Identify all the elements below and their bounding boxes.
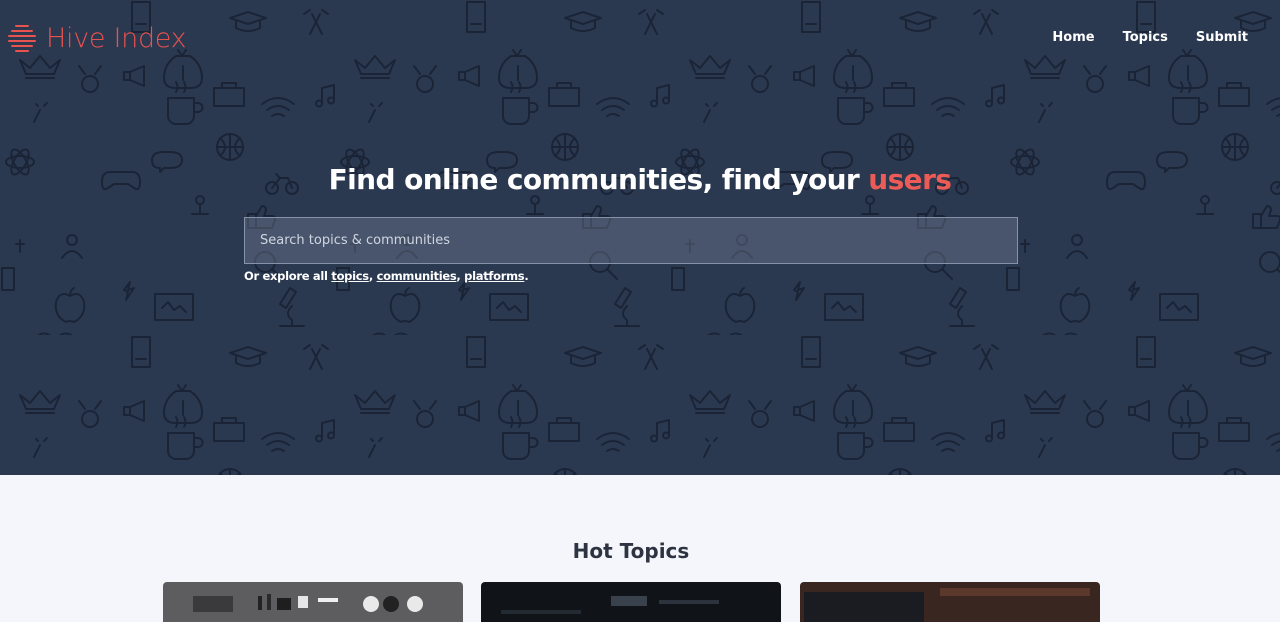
topic-card[interactable] — [163, 582, 463, 622]
hero-banner: Hive Index Home Topics Submit Find onlin… — [0, 0, 1280, 475]
search-box — [244, 217, 1018, 264]
explore-separator: , — [456, 269, 465, 283]
explore-communities-link[interactable]: communities — [377, 269, 457, 283]
explore-links: Or explore all topics, communities, plat… — [244, 269, 529, 283]
headline-main: Find online communities, find your — [328, 163, 869, 196]
topic-card-image — [193, 594, 423, 612]
nav-item-home[interactable]: Home — [1052, 30, 1094, 45]
search-input[interactable] — [245, 218, 1017, 263]
explore-prefix: Or explore all — [244, 269, 332, 283]
topic-card[interactable] — [800, 582, 1100, 622]
explore-separator: , — [368, 269, 377, 283]
topic-card[interactable] — [481, 582, 781, 622]
topic-card-image — [804, 588, 1090, 622]
hive-icon — [8, 25, 36, 52]
topic-card-image — [501, 596, 719, 614]
hero-headline: Find online communities, find your users — [0, 163, 1280, 196]
explore-topics-link[interactable]: topics — [331, 269, 369, 283]
brand-name: Hive Index — [46, 22, 187, 54]
hot-topics-title: Hot Topics — [572, 539, 690, 563]
nav-item-submit[interactable]: Submit — [1196, 30, 1248, 45]
nav-item-topics[interactable]: Topics — [1123, 30, 1168, 45]
top-nav: Home Topics Submit — [1052, 30, 1248, 45]
headline-accent: users — [868, 163, 952, 196]
explore-platforms-link[interactable]: platforms — [464, 269, 524, 283]
brand-logo[interactable]: Hive Index — [6, 20, 187, 56]
explore-suffix: . — [524, 269, 529, 283]
